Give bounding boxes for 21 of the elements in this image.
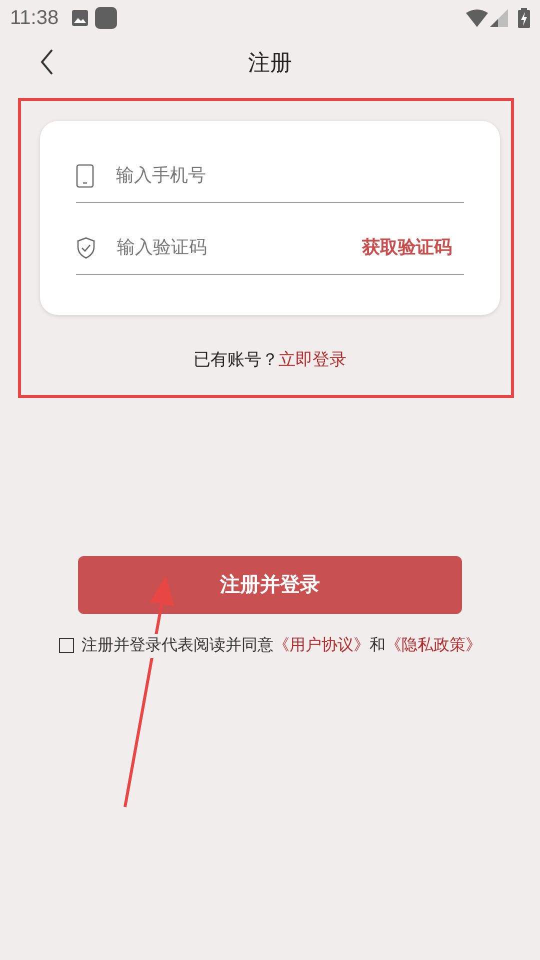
agreement-link[interactable]: 《隐私政策》 [386, 634, 482, 658]
status-time: 11:38 [10, 6, 59, 31]
login-prompt: 已有账号？ [194, 349, 278, 371]
agreement-text: 注册并登录代表阅读并同意 [82, 636, 274, 656]
shield-icon [76, 236, 96, 258]
get-code-button[interactable]: 获取验证码 [362, 234, 452, 261]
code-input[interactable]: 输入验证码 [117, 234, 362, 261]
app-icon [94, 7, 117, 29]
agreement-link[interactable]: 《用户协议》 [274, 634, 370, 658]
wifi-icon [466, 9, 488, 27]
battery-icon [518, 8, 530, 28]
signal-icon [490, 9, 508, 27]
image-icon [70, 9, 89, 27]
agreement-checkbox[interactable] [58, 638, 74, 653]
phone-icon [76, 164, 94, 188]
agreement-text: 和 [370, 636, 386, 656]
back-icon [40, 49, 54, 75]
phone-input[interactable]: 输入手机号 [116, 162, 464, 189]
login-link[interactable]: 立即登录 [278, 347, 346, 372]
page-title: 注册 [248, 48, 292, 76]
register-login-button[interactable]: 注册并登录 [78, 556, 462, 614]
